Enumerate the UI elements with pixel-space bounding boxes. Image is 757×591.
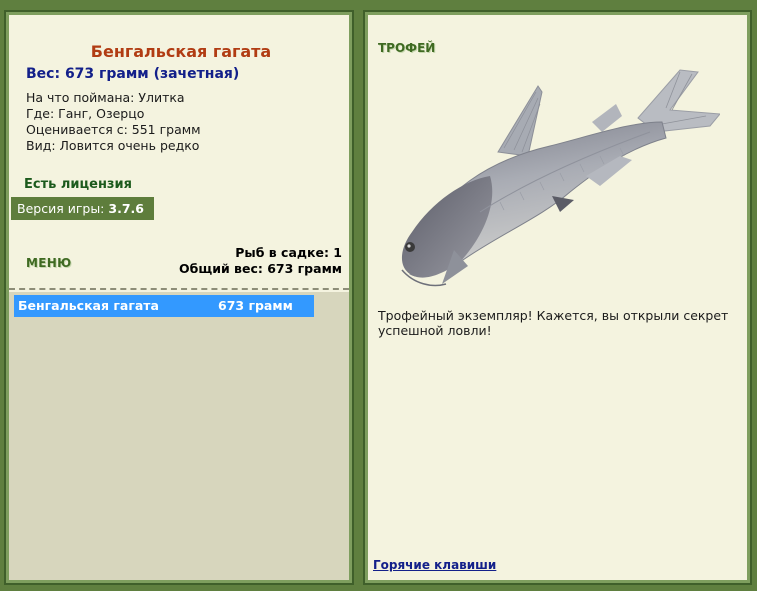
menu-button[interactable]: МЕНЮ	[26, 256, 71, 270]
location-line: Где: Ганг, Озерцо	[26, 106, 145, 121]
license-status: Есть лицензия	[24, 177, 132, 192]
fish-image	[401, 69, 720, 287]
divider	[9, 288, 349, 290]
trophy-panel: ТРОФЕЙ Трофейный экземпляр! Кажется, вы …	[363, 10, 752, 585]
version-number: 3.7.6	[108, 201, 144, 216]
hotkeys-link[interactable]: Горячие клавиши	[373, 558, 496, 572]
rating-line: Оценивается с: 551 грамм	[26, 122, 201, 137]
fish-title: Бенгальская гагата	[90, 42, 272, 61]
fish-weight: Вес: 673 грамм (зачетная)	[26, 66, 240, 82]
catch-name: Бенгальская гагата	[18, 298, 159, 313]
bait-line: На что поймана: Улитка	[26, 90, 185, 105]
catch-list: Бенгальская гагата 673 грамм	[9, 292, 349, 580]
fish-info-panel: Бенгальская гагата Вес: 673 грамм (зачет…	[4, 10, 354, 585]
fish-count: Рыб в садке: 1	[235, 245, 342, 260]
trophy-message: Трофейный экземпляр! Кажется, вы открыли…	[378, 308, 729, 338]
total-weight: Общий вес: 673 грамм	[179, 261, 342, 276]
version-label: Версия игры:	[17, 201, 105, 216]
keepnet-summary: Рыб в садке: 1 Общий вес: 673 грамм	[179, 245, 342, 277]
kind-line: Вид: Ловится очень редко	[26, 138, 200, 153]
catch-row[interactable]: Бенгальская гагата 673 грамм	[14, 295, 314, 317]
catch-weight: 673 грамм	[218, 298, 293, 313]
version-badge: Версия игры: 3.7.6	[11, 197, 154, 220]
